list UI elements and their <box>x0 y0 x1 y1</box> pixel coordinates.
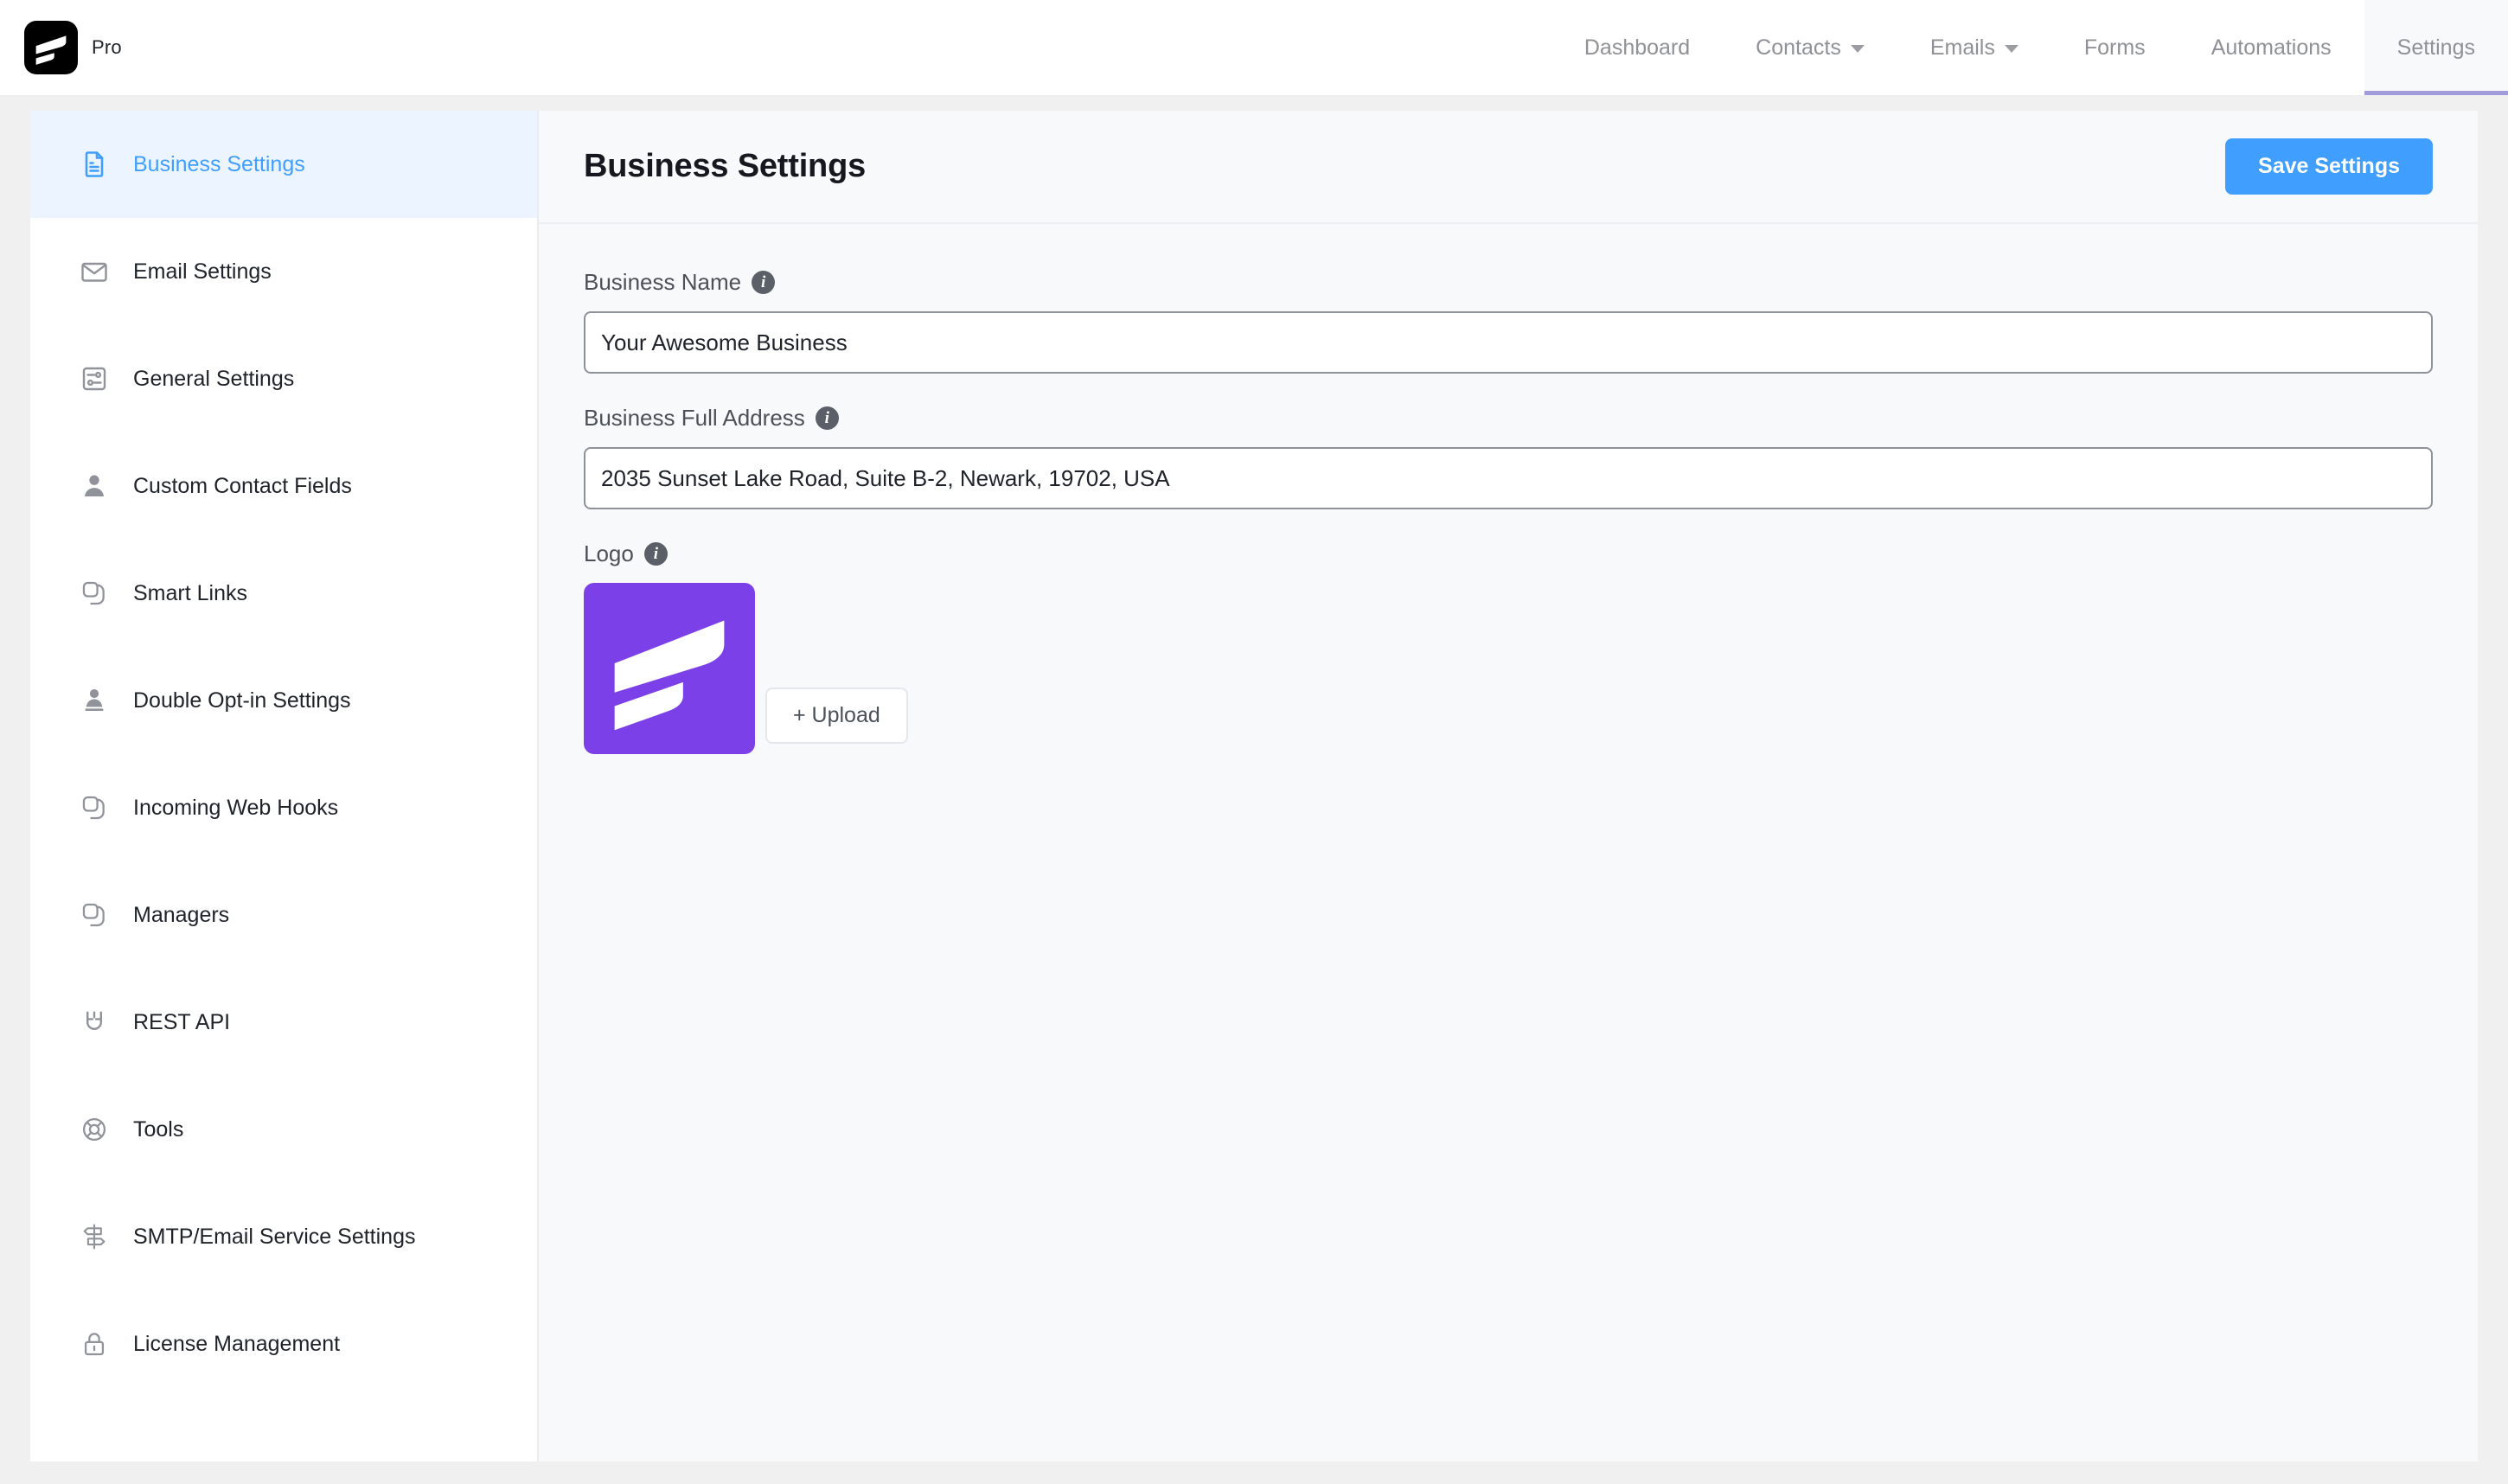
sidebar-item-custom-contact-fields[interactable]: Custom Contact Fields <box>30 432 537 540</box>
chevron-down-icon <box>1850 45 1865 53</box>
info-icon[interactable]: i <box>752 271 776 294</box>
page-container: Business Settings Email Settings General… <box>30 111 2478 1462</box>
main-navigation: Dashboard Contacts Emails Forms Automati… <box>1552 0 2508 95</box>
sidebar-item-label: Email Settings <box>133 259 272 284</box>
logo-preview[interactable] <box>584 583 755 754</box>
chevron-down-icon <box>2004 45 2019 53</box>
settings-sidebar: Business Settings Email Settings General… <box>30 111 539 1462</box>
nav-item-dashboard[interactable]: Dashboard <box>1552 0 1723 95</box>
business-name-field: Business Name i <box>584 269 2433 374</box>
field-label-text: Business Full Address <box>584 405 805 431</box>
sidebar-item-rest-api[interactable]: REST API <box>30 969 537 1076</box>
sidebar-item-label: Smart Links <box>133 580 247 605</box>
sidebar-item-business-settings[interactable]: Business Settings <box>30 111 537 218</box>
settings-main-panel: Business Settings Save Settings Business… <box>539 111 2478 1462</box>
top-header-bar: Pro Dashboard Contacts Emails Forms Auto… <box>0 0 2508 95</box>
info-icon[interactable]: i <box>815 406 839 430</box>
sidebar-item-tools[interactable]: Tools <box>30 1076 537 1183</box>
sidebar-item-label: REST API <box>133 1009 231 1034</box>
sidebar-item-smtp-email-service-settings[interactable]: SMTP/Email Service Settings <box>30 1183 537 1290</box>
sidebar-item-label: Tools <box>133 1116 184 1142</box>
link-icon <box>78 899 111 931</box>
link-icon <box>78 791 111 824</box>
page-title: Business Settings <box>584 148 867 184</box>
nav-label: Automations <box>2210 35 2332 60</box>
nav-label: Dashboard <box>1583 35 1691 60</box>
sidebar-item-label: Double Opt-in Settings <box>133 688 351 713</box>
business-address-label: Business Full Address i <box>584 405 2433 432</box>
logo-row: + Upload <box>584 583 2433 754</box>
main-header: Business Settings Save Settings <box>539 111 2478 224</box>
info-icon[interactable]: i <box>643 542 668 566</box>
nav-label: Contacts <box>1756 35 1841 60</box>
nav-item-settings[interactable]: Settings <box>2364 0 2508 95</box>
business-address-field: Business Full Address i <box>584 405 2433 509</box>
sidebar-item-email-settings[interactable]: Email Settings <box>30 218 537 325</box>
magnet-icon <box>78 1006 111 1039</box>
brand[interactable]: Pro <box>24 21 122 74</box>
sidebar-item-label: General Settings <box>133 366 295 391</box>
field-label-text: Logo <box>584 541 634 566</box>
lock-icon <box>78 1327 111 1360</box>
business-name-label: Business Name i <box>584 269 2433 296</box>
nav-label: Settings <box>2396 35 2475 60</box>
business-name-input[interactable] <box>584 311 2433 374</box>
sidebar-item-label: Incoming Web Hooks <box>133 795 339 820</box>
sidebar-item-label: Managers <box>133 902 230 927</box>
sidebar-item-incoming-web-hooks[interactable]: Incoming Web Hooks <box>30 754 537 861</box>
sidebar-item-double-optin-settings[interactable]: Double Opt-in Settings <box>30 647 537 754</box>
sidebar-item-label: Custom Contact Fields <box>133 473 352 498</box>
logo-label: Logo i <box>584 541 2433 567</box>
brand-label: Pro <box>92 36 122 58</box>
nav-item-forms[interactable]: Forms <box>2051 0 2179 95</box>
sidebar-item-label: Business Settings <box>133 151 305 176</box>
user-icon <box>78 470 111 502</box>
document-icon <box>78 148 111 181</box>
sidebar-item-smart-links[interactable]: Smart Links <box>30 540 537 647</box>
save-settings-button[interactable]: Save Settings <box>2225 138 2433 195</box>
sidebar-item-license-management[interactable]: License Management <box>30 1290 537 1398</box>
fluentcrm-mark-icon <box>24 21 78 74</box>
upload-logo-button[interactable]: + Upload <box>765 688 908 744</box>
nav-item-automations[interactable]: Automations <box>2179 0 2364 95</box>
nav-item-contacts[interactable]: Contacts <box>1723 0 1897 95</box>
settings-form: Business Name i Business Full Address i … <box>539 224 2478 830</box>
envelope-icon <box>78 255 111 288</box>
field-label-text: Business Name <box>584 269 742 295</box>
user-stamp-icon <box>78 684 111 717</box>
nav-item-emails[interactable]: Emails <box>1897 0 2051 95</box>
sidebar-item-managers[interactable]: Managers <box>30 861 537 969</box>
business-address-input[interactable] <box>584 447 2433 509</box>
link-icon <box>78 577 111 610</box>
sidebar-item-label: SMTP/Email Service Settings <box>133 1224 416 1249</box>
sidebar-item-label: License Management <box>133 1331 341 1356</box>
nav-label: Emails <box>1929 35 1995 60</box>
lifebuoy-icon <box>78 1113 111 1146</box>
sidebar-item-general-settings[interactable]: General Settings <box>30 325 537 432</box>
sliders-icon <box>78 362 111 395</box>
signpost-icon <box>78 1220 111 1253</box>
nav-label: Forms <box>2083 35 2146 60</box>
logo-field: Logo i + Upload <box>584 541 2433 754</box>
